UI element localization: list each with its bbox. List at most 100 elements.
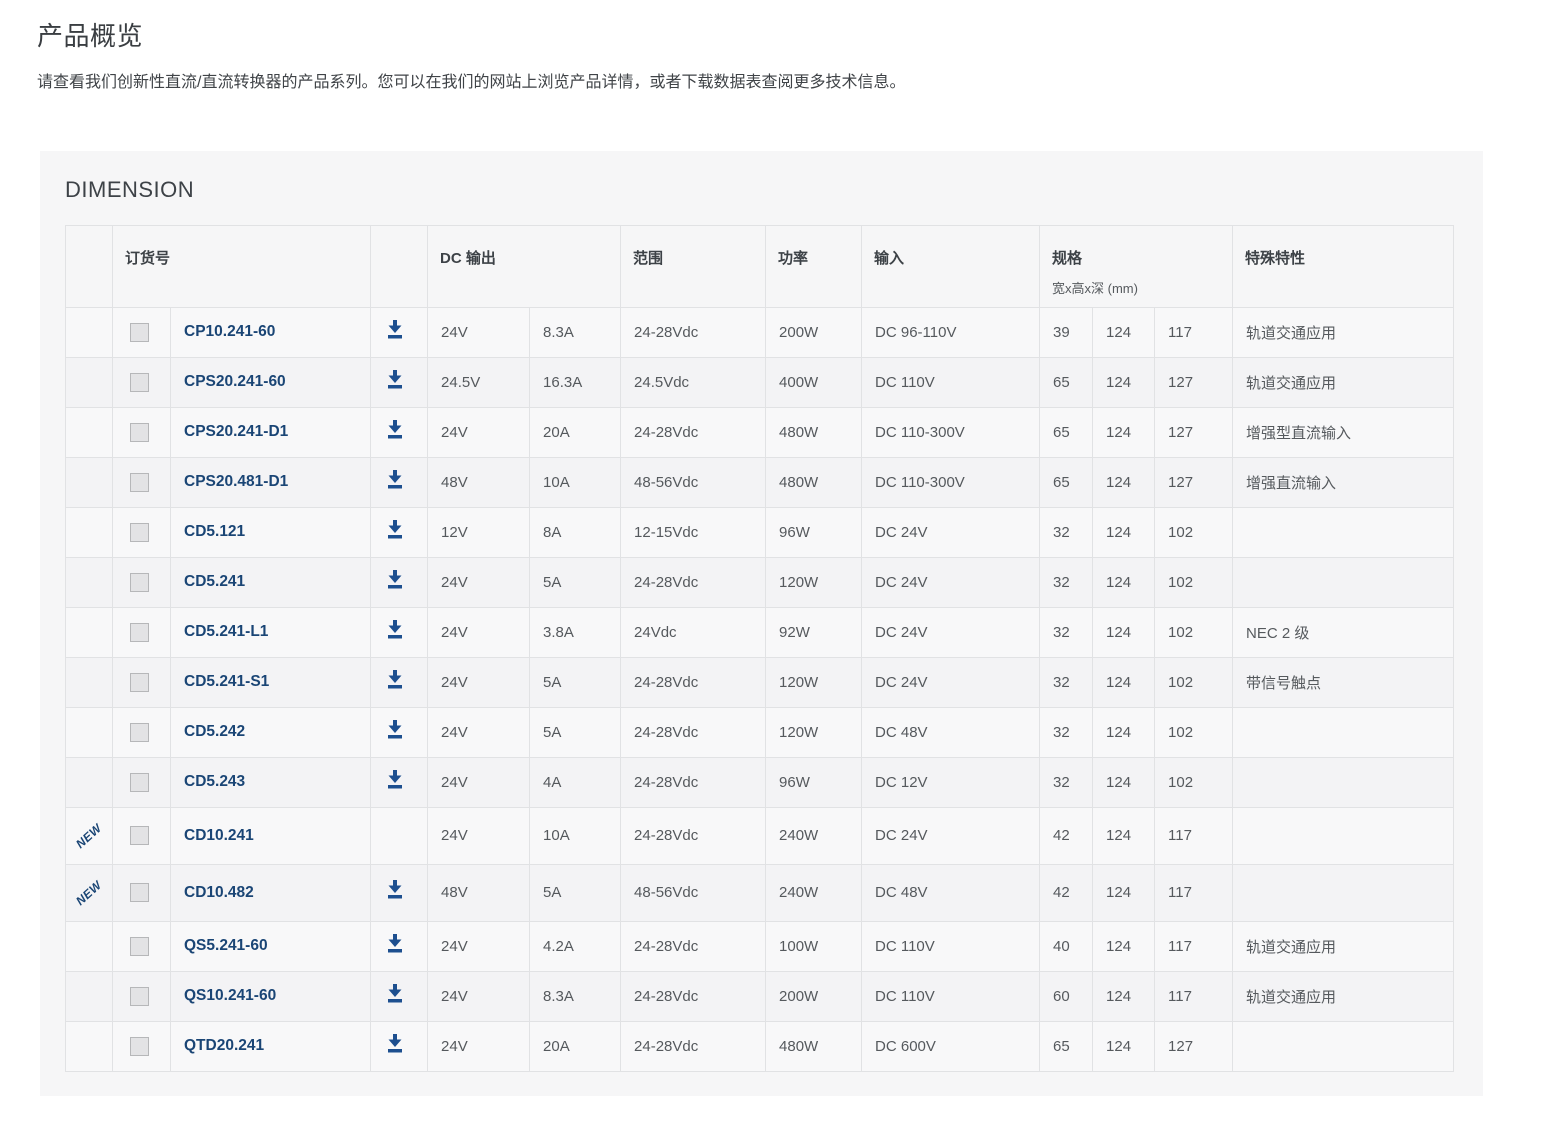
row-checkbox[interactable] [130, 573, 149, 592]
cell-dc-current: 10A [530, 457, 621, 507]
download-icon[interactable] [385, 470, 405, 491]
new-badge-cell [66, 407, 113, 457]
download-icon[interactable] [385, 320, 405, 341]
product-link[interactable]: CD10.482 [184, 884, 254, 901]
table-row: QTD20.241 24V 20A 24-28Vdc 480W DC 600V … [66, 1021, 1454, 1071]
download-icon[interactable] [385, 570, 405, 591]
new-badge-cell [66, 971, 113, 1021]
row-checkbox[interactable] [130, 523, 149, 542]
cell-power: 480W [766, 1021, 862, 1071]
product-name-cell: CD10.482 [171, 864, 371, 921]
cell-width-mm: 32 [1040, 757, 1093, 807]
row-checkbox[interactable] [130, 826, 149, 845]
product-name-cell: CPS20.481-D1 [171, 457, 371, 507]
cell-depth-mm: 102 [1155, 707, 1233, 757]
cell-height-mm: 124 [1093, 757, 1155, 807]
header-dimensions-label: 规格 [1052, 247, 1224, 268]
product-link[interactable]: QS5.241-60 [184, 937, 268, 954]
product-link[interactable]: CPS20.241-60 [184, 373, 286, 390]
download-icon[interactable] [385, 770, 405, 791]
product-link[interactable]: CD5.241-S1 [184, 673, 269, 690]
cell-width-mm: 42 [1040, 807, 1093, 864]
row-checkbox[interactable] [130, 423, 149, 442]
header-special-features: 特殊特性 [1233, 225, 1454, 307]
cell-dc-voltage: 24V [428, 407, 530, 457]
cell-depth-mm: 102 [1155, 507, 1233, 557]
table-row: CD5.241-S1 24V 5A 24-28Vdc 120W DC 24V 3… [66, 657, 1454, 707]
row-checkbox[interactable] [130, 623, 149, 642]
new-badge-cell [66, 607, 113, 657]
download-icon[interactable] [385, 984, 405, 1005]
row-checkbox[interactable] [130, 373, 149, 392]
download-cell [371, 707, 428, 757]
checkbox-cell [113, 864, 171, 921]
checkbox-cell [113, 557, 171, 607]
cell-depth-mm: 102 [1155, 557, 1233, 607]
product-link[interactable]: CP10.241-60 [184, 323, 275, 340]
product-link[interactable]: CD5.241 [184, 573, 245, 590]
row-checkbox[interactable] [130, 723, 149, 742]
cell-depth-mm: 117 [1155, 921, 1233, 971]
product-name-cell: CD5.243 [171, 757, 371, 807]
cell-dc-current: 3.8A [530, 607, 621, 657]
row-checkbox[interactable] [130, 883, 149, 902]
cell-dc-voltage: 24V [428, 757, 530, 807]
cell-special-feature: 轨道交通应用 [1233, 357, 1454, 407]
table-row: QS10.241-60 24V 8.3A 24-28Vdc 200W DC 11… [66, 971, 1454, 1021]
checkbox-cell [113, 607, 171, 657]
product-link[interactable]: CD5.242 [184, 723, 245, 740]
cell-dc-current: 20A [530, 407, 621, 457]
row-checkbox[interactable] [130, 987, 149, 1006]
cell-dc-voltage: 48V [428, 864, 530, 921]
cell-dc-current: 5A [530, 864, 621, 921]
cell-depth-mm: 117 [1155, 971, 1233, 1021]
download-icon[interactable] [385, 1034, 405, 1055]
download-icon[interactable] [385, 934, 405, 955]
cell-power: 100W [766, 921, 862, 971]
cell-special-feature: 轨道交通应用 [1233, 921, 1454, 971]
download-icon[interactable] [385, 880, 405, 901]
cell-input: DC 600V [862, 1021, 1040, 1071]
product-link[interactable]: QTD20.241 [184, 1037, 264, 1054]
cell-width-mm: 32 [1040, 607, 1093, 657]
cell-input: DC 24V [862, 607, 1040, 657]
product-link[interactable]: CD5.241-L1 [184, 623, 268, 640]
cell-height-mm: 124 [1093, 657, 1155, 707]
cell-width-mm: 42 [1040, 864, 1093, 921]
cell-power: 120W [766, 707, 862, 757]
page-header: 产品概览 请查看我们创新性直流/直流转换器的产品系列。您可以在我们的网站上浏览产… [0, 0, 1545, 94]
cell-dc-current: 4.2A [530, 921, 621, 971]
checkbox-cell [113, 307, 171, 357]
row-checkbox[interactable] [130, 937, 149, 956]
download-icon[interactable] [385, 520, 405, 541]
download-icon[interactable] [385, 620, 405, 641]
row-checkbox[interactable] [130, 773, 149, 792]
row-checkbox[interactable] [130, 323, 149, 342]
product-link[interactable]: CPS20.481-D1 [184, 473, 288, 490]
table-header-row: 订货号 DC 输出 范围 功率 输入 规格 宽x高x深 (mm) 特殊特性 [66, 225, 1454, 307]
download-icon[interactable] [385, 670, 405, 691]
cell-dc-current: 8A [530, 507, 621, 557]
product-link[interactable]: CPS20.241-D1 [184, 423, 288, 440]
new-badge-cell [66, 507, 113, 557]
header-new-column [66, 225, 113, 307]
product-link[interactable]: CD5.121 [184, 523, 245, 540]
cell-height-mm: 124 [1093, 864, 1155, 921]
cell-special-feature [1233, 1021, 1454, 1071]
cell-depth-mm: 117 [1155, 807, 1233, 864]
download-icon[interactable] [385, 370, 405, 391]
download-cell [371, 557, 428, 607]
row-checkbox[interactable] [130, 1037, 149, 1056]
cell-dc-voltage: 48V [428, 457, 530, 507]
product-link[interactable]: CD10.241 [184, 827, 254, 844]
product-link[interactable]: CD5.243 [184, 773, 245, 790]
cell-dc-current: 8.3A [530, 971, 621, 1021]
new-badge-cell: NEW [66, 807, 113, 864]
product-link[interactable]: QS10.241-60 [184, 987, 276, 1004]
download-icon[interactable] [385, 420, 405, 441]
row-checkbox[interactable] [130, 673, 149, 692]
download-icon[interactable] [385, 720, 405, 741]
header-dimensions: 规格 宽x高x深 (mm) [1040, 225, 1233, 307]
cell-width-mm: 65 [1040, 357, 1093, 407]
row-checkbox[interactable] [130, 473, 149, 492]
